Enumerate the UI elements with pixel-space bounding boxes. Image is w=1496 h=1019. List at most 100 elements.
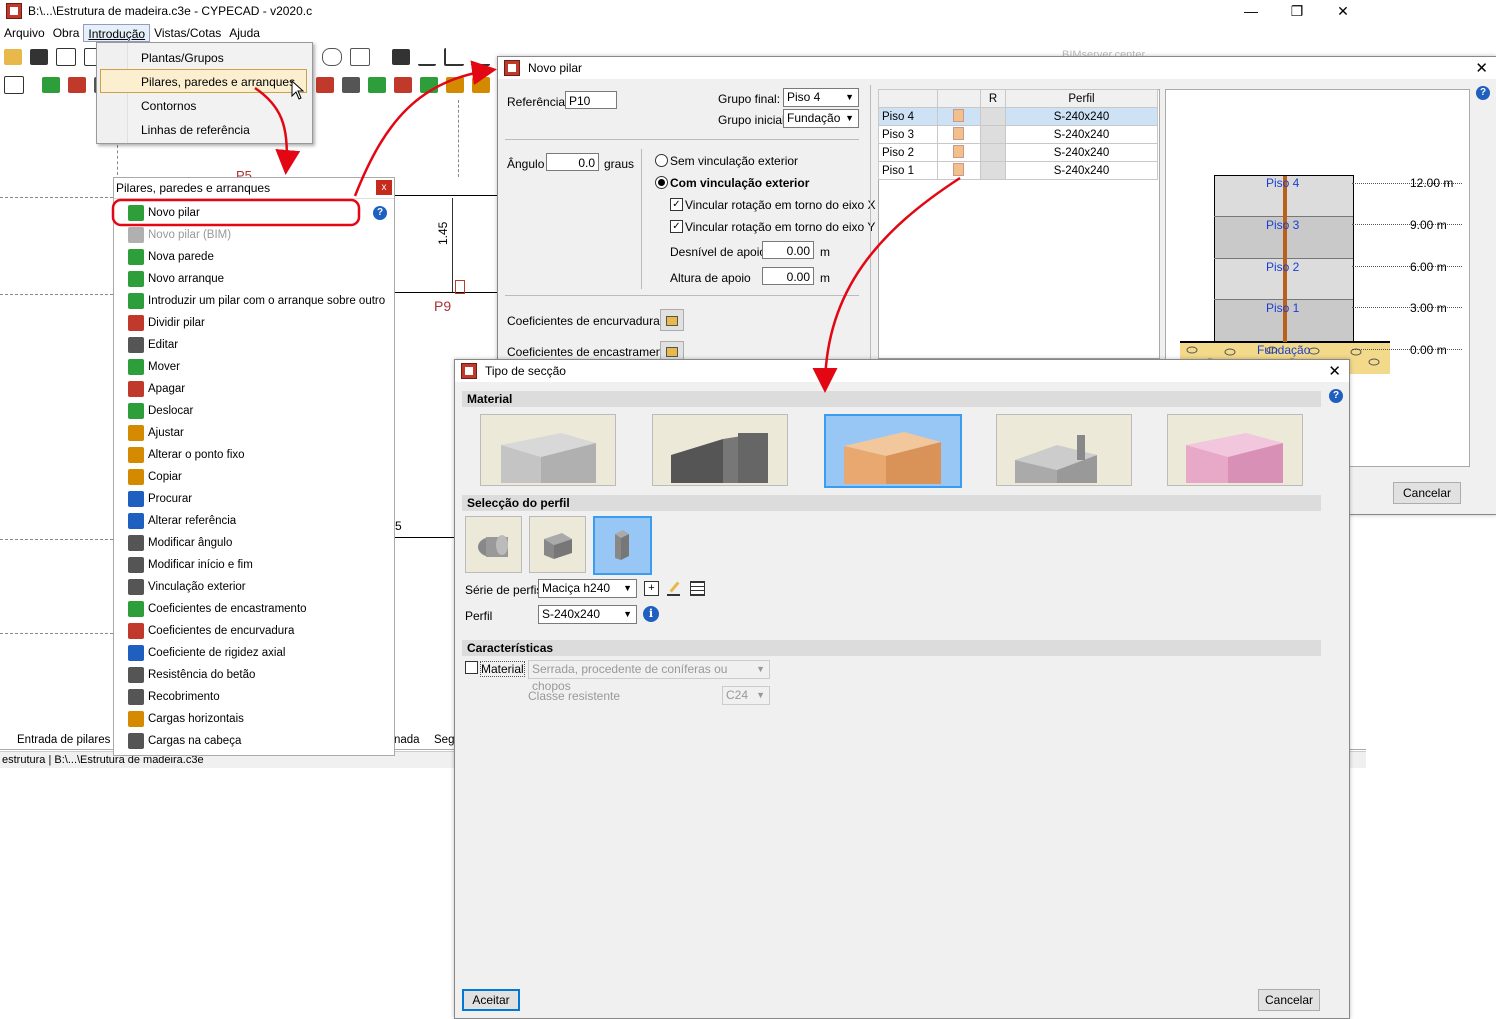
- open-icon[interactable]: [4, 49, 22, 65]
- sidepanel-item[interactable]: Coeficientes de encastramento: [128, 598, 307, 620]
- save-icon[interactable]: [30, 49, 48, 65]
- tipo-seccao-cancel-button[interactable]: Cancelar: [1258, 989, 1320, 1011]
- r-cell[interactable]: [980, 143, 1006, 162]
- split-tb-icon[interactable]: [316, 77, 334, 93]
- tab-entrada-pilares[interactable]: Entrada de pilares: [17, 734, 110, 746]
- sidepanel-item[interactable]: Recobrimento: [128, 686, 220, 708]
- sidepanel-item[interactable]: Coeficientes de encurvadura: [128, 620, 294, 642]
- sidepanel-item[interactable]: Modificar ângulo: [128, 532, 232, 554]
- grupo-final-select[interactable]: Piso 4 ▼: [783, 88, 859, 107]
- menu-introducao[interactable]: Introdução: [83, 24, 151, 42]
- panel-help-icon[interactable]: ?: [373, 206, 387, 220]
- tab-nada[interactable]: nada: [394, 734, 420, 746]
- sidepanel-item[interactable]: Cargas na cabeça: [128, 730, 241, 752]
- menu-item-linhas-referencia[interactable]: Linhas de referência: [141, 123, 250, 137]
- material-checkbox[interactable]: [465, 661, 478, 674]
- aceitar-button[interactable]: Aceitar: [462, 989, 520, 1011]
- shift-tb-icon[interactable]: [420, 77, 438, 93]
- novo-pilar-close-button[interactable]: ✕: [1475, 59, 1488, 77]
- sidepanel-item[interactable]: Deslocar: [128, 400, 193, 422]
- table-row[interactable]: Piso 1 S-240x240: [878, 161, 1158, 180]
- material-steel-tile[interactable]: [652, 414, 788, 486]
- altura-input[interactable]: 0.00: [762, 267, 814, 285]
- pillar-p9-mark[interactable]: [455, 280, 465, 294]
- minimize-button[interactable]: —: [1228, 0, 1274, 22]
- sidepanel-item[interactable]: Alterar o ponto fixo: [128, 444, 245, 466]
- menu-item-contornos[interactable]: Contornos: [141, 99, 196, 113]
- plan-view-icon[interactable]: [56, 48, 76, 66]
- copy-tb-icon[interactable]: [472, 77, 490, 93]
- pan-hand-icon[interactable]: [322, 48, 342, 66]
- profile-square-tile[interactable]: [529, 516, 586, 573]
- sidepanel-item[interactable]: Novo pilar (BIM): [128, 224, 231, 246]
- menu-obra[interactable]: Obra: [49, 24, 84, 42]
- menu-vistas-cotas[interactable]: Vistas/Cotas: [150, 24, 225, 42]
- r-cell[interactable]: [980, 125, 1006, 144]
- table-row[interactable]: Piso 2 S-240x240: [878, 143, 1158, 162]
- com-vinculacao-radio[interactable]: [655, 176, 668, 189]
- panel-close-button[interactable]: x: [376, 180, 392, 195]
- add-series-icon[interactable]: +: [644, 581, 659, 596]
- material-generic-tile[interactable]: [1167, 414, 1303, 486]
- table-row[interactable]: Piso 3 S-240x240: [878, 125, 1158, 144]
- angulo-input[interactable]: 0.0: [546, 153, 599, 171]
- novo-pilar-help-icon[interactable]: ?: [1476, 86, 1490, 100]
- series-table-icon[interactable]: [690, 581, 705, 596]
- desnivel-input[interactable]: 0.00: [762, 241, 814, 259]
- zoom-window-icon[interactable]: [350, 48, 370, 66]
- sidepanel-item[interactable]: Nova parede: [128, 246, 214, 268]
- referencia-input[interactable]: P10: [565, 91, 617, 109]
- sidepanel-item[interactable]: Novo arranque: [128, 268, 224, 290]
- material-coldformed-tile[interactable]: [996, 414, 1132, 486]
- menu-item-pilares-paredes[interactable]: Pilares, paredes e arranques: [141, 75, 295, 89]
- delete-pillar-tb-icon[interactable]: [68, 77, 86, 93]
- material-cell[interactable]: [937, 107, 981, 126]
- sidepanel-item[interactable]: Coeficiente de rigidez axial: [128, 642, 285, 664]
- material-type-select[interactable]: Serrada, procedente de coníferas ou chop…: [528, 660, 770, 693]
- delete-tb-icon[interactable]: [394, 77, 412, 93]
- sidepanel-item[interactable]: Resistência do betão: [128, 664, 255, 686]
- sidepanel-item[interactable]: Modificar início e fim: [128, 554, 253, 576]
- menu-arquivo[interactable]: Arquivo: [0, 24, 49, 42]
- adjust-tb-icon[interactable]: [446, 77, 464, 93]
- serie-perfis-select[interactable]: Maciça h240 ▼: [538, 579, 637, 598]
- novo-pilar-cancel-button[interactable]: Cancelar: [1393, 482, 1461, 504]
- sidepanel-item[interactable]: Apagar: [128, 378, 185, 400]
- sidepanel-item[interactable]: Copiar: [128, 466, 182, 488]
- maximize-button[interactable]: ❐: [1274, 0, 1320, 22]
- edit-series-icon[interactable]: [667, 581, 680, 596]
- sidepanel-item[interactable]: Ajustar: [128, 422, 184, 444]
- profile-circular-tile[interactable]: [465, 516, 522, 573]
- menu-ajuda[interactable]: Ajuda: [225, 24, 264, 42]
- angle-dim-icon[interactable]: [444, 48, 464, 66]
- tab-seg[interactable]: Seg: [434, 734, 454, 746]
- material-timber-tile[interactable]: [824, 414, 962, 488]
- vincular-y-checkbox[interactable]: ✓: [670, 220, 683, 233]
- slope-icon[interactable]: [472, 48, 490, 66]
- sidepanel-item[interactable]: Introduzir um pilar com o arranque sobre…: [128, 290, 385, 312]
- material-concrete-tile[interactable]: [480, 414, 616, 486]
- r-cell[interactable]: [980, 107, 1006, 126]
- grupo-inicial-select[interactable]: Fundação ▼: [783, 109, 859, 128]
- edit-tb-icon[interactable]: [342, 77, 360, 93]
- profile-rectangular-tile[interactable]: [593, 516, 652, 575]
- dimension-icon[interactable]: [418, 48, 436, 66]
- classe-resistente-select[interactable]: C24 ▼: [722, 686, 770, 705]
- r-cell[interactable]: [980, 161, 1006, 180]
- sidepanel-item[interactable]: Novo pilar: [128, 202, 200, 224]
- sidepanel-item[interactable]: Editar: [128, 334, 178, 356]
- vincular-x-checkbox[interactable]: ✓: [670, 198, 683, 211]
- info-icon[interactable]: i: [643, 606, 659, 622]
- tipo-seccao-close-button[interactable]: ✕: [1328, 362, 1341, 380]
- coef-encurvadura-button[interactable]: [660, 309, 684, 331]
- material-cell[interactable]: [937, 143, 981, 162]
- menu-item-plantas-grupos[interactable]: Plantas/Grupos: [141, 51, 224, 65]
- sidepanel-item[interactable]: Vinculação exterior: [128, 576, 246, 598]
- binoculars-icon[interactable]: [392, 49, 410, 65]
- sidepanel-item[interactable]: Dividir pilar: [128, 312, 205, 334]
- sem-vinculacao-radio[interactable]: [655, 154, 668, 167]
- material-cell[interactable]: [937, 161, 981, 180]
- structure-icon[interactable]: [4, 76, 24, 94]
- close-button[interactable]: ✕: [1320, 0, 1366, 22]
- table-row[interactable]: Piso 4 S-240x240: [878, 107, 1158, 126]
